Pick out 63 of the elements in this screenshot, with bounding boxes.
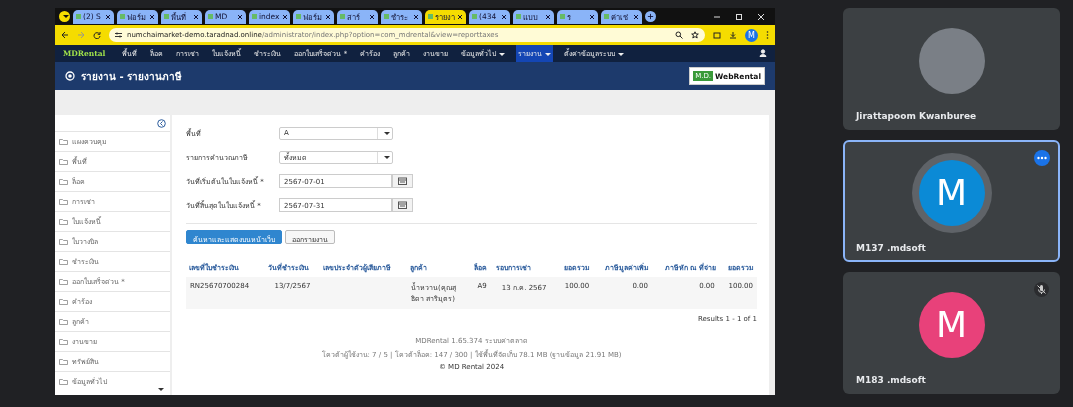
download-icon[interactable] [729,31,737,39]
caret-icon [63,15,69,18]
folder-icon [59,358,68,365]
folder-icon [59,278,68,285]
participant-name: M137 .mdsoft [856,243,927,253]
settings-icon [115,32,122,38]
puzzle-icon[interactable] [713,31,721,39]
caret-icon [618,52,625,56]
close-icon[interactable] [589,13,595,20]
star-icon[interactable] [691,31,699,39]
participant-avatar: M [918,291,985,358]
tab-list-button[interactable] [59,11,70,22]
calendar-icon [398,177,407,185]
caret-icon [383,155,390,159]
close-icon[interactable] [237,13,243,20]
maximize-icon[interactable] [735,12,743,21]
caret-icon [158,387,164,391]
close-icon[interactable] [501,13,507,20]
search-icon[interactable] [675,31,683,39]
calendar-button[interactable] [392,198,413,212]
reload-icon[interactable] [93,31,101,39]
participant-tile[interactable]: M M183 .mdsoft [843,272,1060,394]
close-icon[interactable] [325,13,331,20]
close-icon[interactable] [457,13,463,20]
close-icon[interactable] [369,13,375,20]
caret-icon [499,52,506,56]
close-icon[interactable] [193,13,199,20]
participant-name: M183 .mdsoft [856,375,927,385]
folder-icon [59,298,68,305]
participant-avatar: M [918,159,985,226]
close-icon[interactable] [281,13,288,20]
folder-icon [59,198,68,205]
folder-icon [59,158,68,165]
calendar-icon [398,201,407,209]
back-icon[interactable] [61,31,69,39]
plus-icon [647,13,654,20]
folder-icon [59,178,68,185]
collapse-icon[interactable] [157,119,166,128]
close-icon[interactable] [633,13,639,20]
folder-icon [59,338,68,345]
new-tab-button[interactable] [645,11,656,22]
more-options-icon[interactable] [1034,150,1050,166]
caret-icon [383,131,390,135]
folder-icon [59,318,68,325]
participant-tile[interactable]: M M137 .mdsoft [843,140,1060,262]
close-icon[interactable] [149,13,155,20]
page-title: รายงาน - รายงานภาษี [81,69,183,84]
close-icon[interactable] [105,13,111,20]
folder-icon [59,258,68,265]
menu-icon[interactable] [766,31,769,39]
folder-icon [59,238,68,245]
calendar-button[interactable] [392,174,413,188]
folder-icon [59,218,68,225]
folder-icon [59,138,68,145]
close-icon[interactable] [413,13,419,20]
participant-name: Jirattapoom Kwanburee [856,111,978,121]
close-icon[interactable] [545,13,551,20]
participant-tile[interactable]: Jirattapoom Kwanburee [843,8,1060,130]
target-icon [65,71,75,81]
user-icon[interactable] [759,48,767,57]
folder-icon [59,378,68,385]
caret-icon [545,52,552,56]
profile-avatar[interactable]: M [745,28,758,42]
